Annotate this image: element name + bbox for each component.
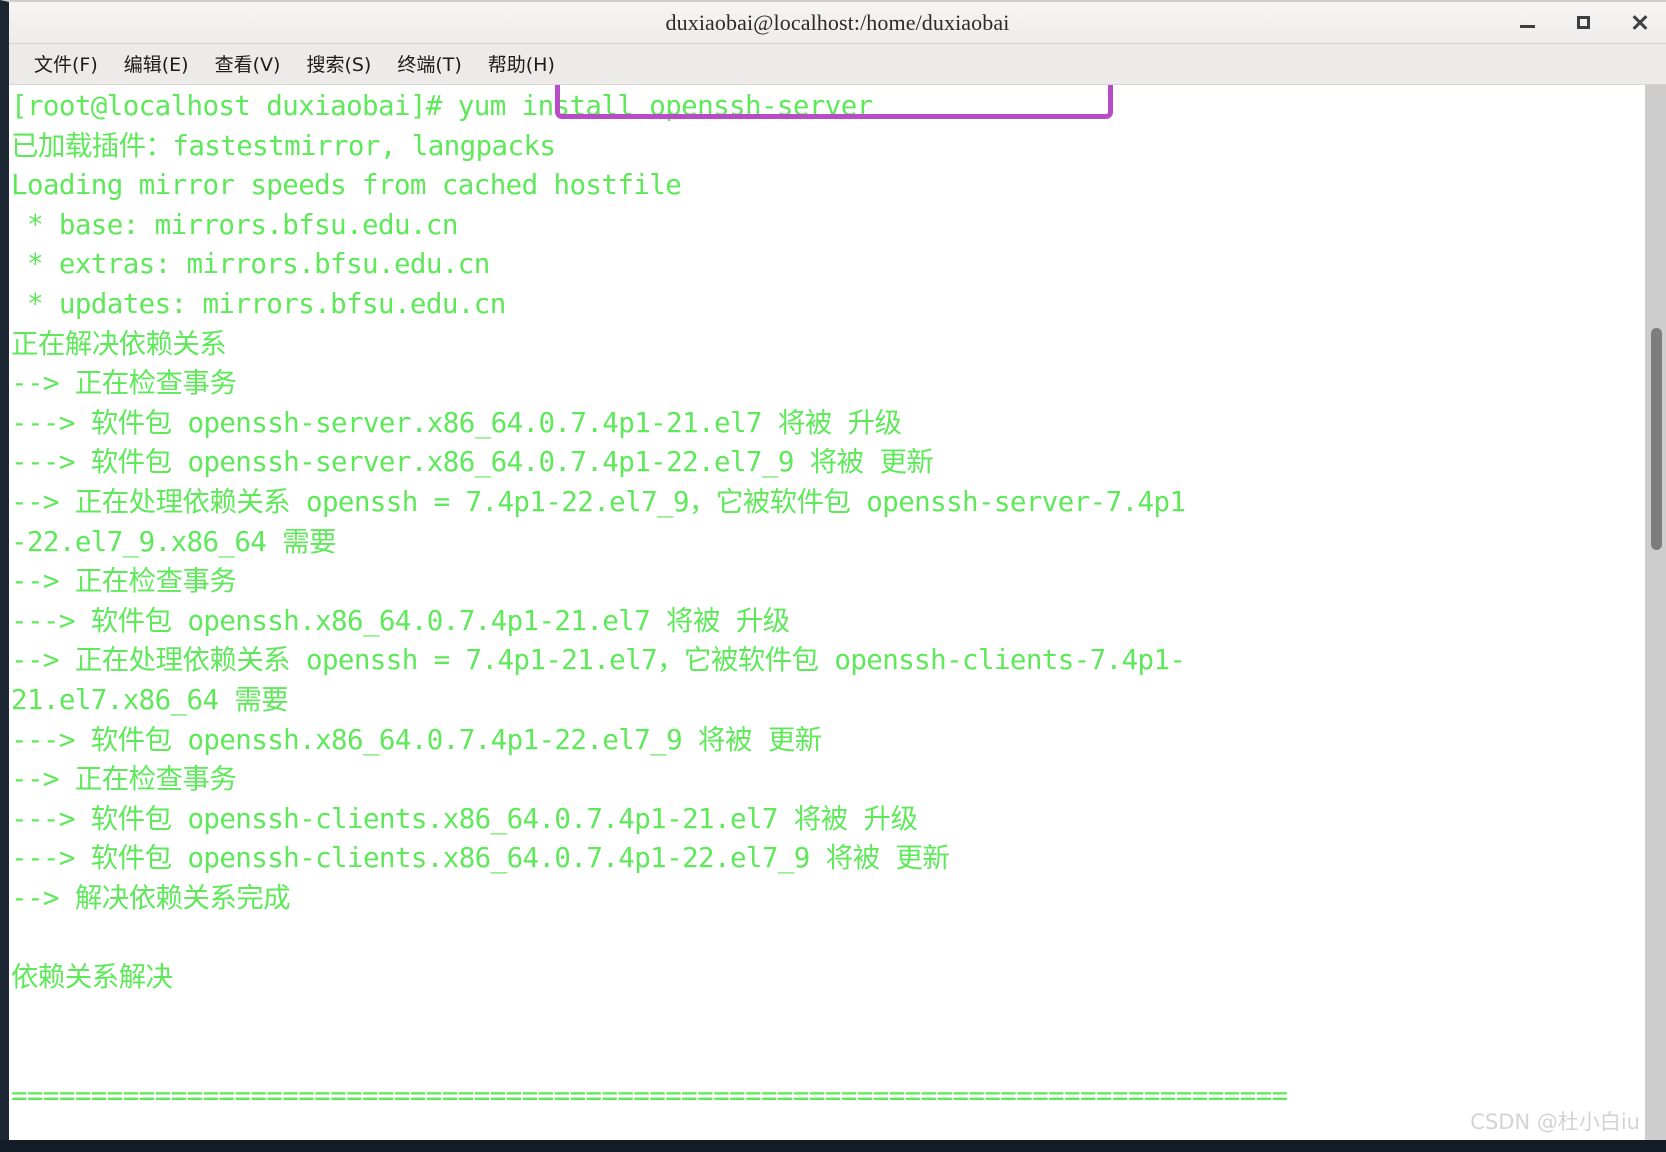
terminal-line: 21.el7.x86_64 需要 [11,683,289,716]
terminal-output[interactable]: [root@localhost duxiaobai]# yum install … [9,85,1644,1140]
terminal-line: ========================================… [11,1079,1288,1112]
menu-item-file[interactable]: 文件(F) [21,48,111,80]
typed-command: yum install openssh-server [457,90,873,122]
window-controls [1514,2,1652,43]
terminal-line: ---> 软件包 openssh.x86_64.0.7.4p1-22.el7_9… [11,723,822,756]
terminal-line: --> 正在检查事务 [11,763,237,796]
menu-item-view[interactable]: 查看(V) [202,48,294,80]
terminal-line: --> 正在处理依赖关系 openssh = 7.4p1-22.el7_9，它被… [11,485,1186,518]
close-icon [1631,14,1648,31]
close-button[interactable] [1626,10,1652,36]
terminal-line: -22.el7_9.x86_64 需要 [11,525,337,558]
terminal-window: duxiaobai@localhost:/home/duxiaobai 文件(F… [0,0,1666,1140]
terminal-line: --> 正在检查事务 [11,367,237,400]
screen: duxiaobai@localhost:/home/duxiaobai 文件(F… [0,0,1666,1152]
maximize-icon [1576,16,1590,29]
maximize-button[interactable] [1570,10,1596,36]
terminal-line: * extras: mirrors.bfsu.edu.cn [11,248,490,281]
menu-item-help[interactable]: 帮助(H) [475,48,568,80]
terminal-area[interactable]: [root@localhost duxiaobai]# yum install … [9,85,1666,1140]
terminal-line: ---> 软件包 openssh-clients.x86_64.0.7.4p1-… [11,802,918,835]
terminal-line: ---> 软件包 openssh-server.x86_64.0.7.4p1-2… [11,446,934,479]
terminal-line: * base: mirrors.bfsu.edu.cn [11,208,458,241]
terminal-line: 正在解决依赖关系 [11,327,227,360]
title-bar[interactable]: duxiaobai@localhost:/home/duxiaobai [9,2,1666,44]
terminal-line: --> 正在处理依赖关系 openssh = 7.4p1-21.el7，它被软件… [11,644,1186,677]
terminal-line: 依赖关系解决 [11,961,173,994]
menu-item-edit[interactable]: 编辑(E) [111,48,202,80]
shell-prompt: [root@localhost duxiaobai]# [11,90,458,122]
terminal-line: Loading mirror speeds from cached hostfi… [11,169,682,202]
terminal-line: 已加载插件：fastestmirror, langpacks [11,129,556,162]
terminal-line: --> 解决依赖关系完成 [11,881,291,914]
terminal-prompt-line: [root@localhost duxiaobai]# yum install … [11,85,1644,127]
terminal-line: --> 正在检查事务 [11,565,237,598]
vertical-scrollbar[interactable] [1644,85,1666,1140]
window-title: duxiaobai@localhost:/home/duxiaobai [665,10,1010,35]
menu-bar: 文件(F) 编辑(E) 查看(V) 搜索(S) 终端(T) 帮助(H) [9,44,1666,85]
menu-item-terminal[interactable]: 终端(T) [384,48,474,80]
scrollbar-thumb[interactable] [1651,328,1662,550]
menu-item-search[interactable]: 搜索(S) [293,48,384,80]
desktop-background [0,1140,1666,1152]
terminal-line: * updates: mirrors.bfsu.edu.cn [11,287,506,320]
minimize-button[interactable] [1514,10,1540,36]
terminal-line: ---> 软件包 openssh-server.x86_64.0.7.4p1-2… [11,406,902,439]
minimize-icon [1519,25,1535,28]
terminal-line: ---> 软件包 openssh.x86_64.0.7.4p1-21.el7 将… [11,604,790,637]
terminal-line: ---> 软件包 openssh-clients.x86_64.0.7.4p1-… [11,842,950,875]
